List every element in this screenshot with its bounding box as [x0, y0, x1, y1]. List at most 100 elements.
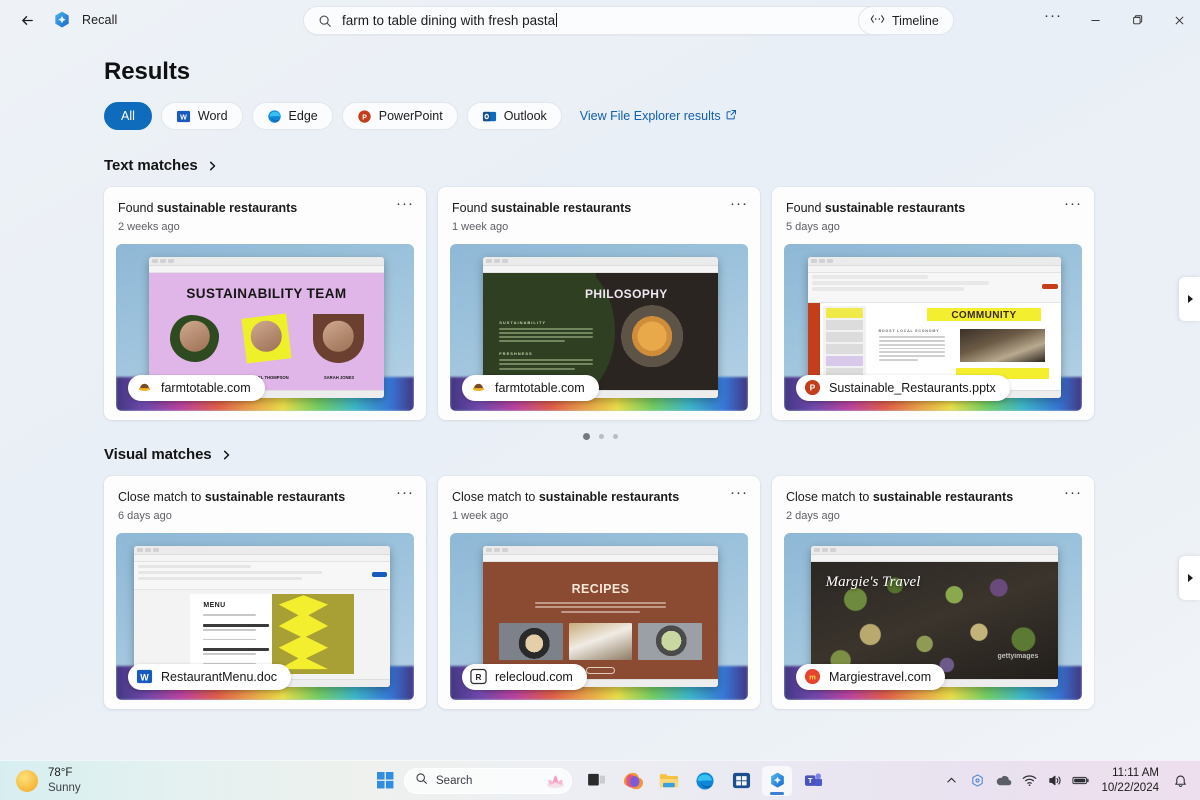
edge-icon[interactable]: [690, 766, 720, 796]
search-icon: [318, 14, 332, 28]
weather-temperature: 78°F: [48, 767, 73, 780]
thumbnail-heading: PHILOSOPHY: [585, 287, 668, 302]
card-more-button[interactable]: ···: [392, 196, 418, 219]
taskbar-weather-widget[interactable]: 78°F Sunny: [0, 766, 300, 795]
result-card[interactable]: Found sustainable restaurants 2 weeks ag…: [104, 187, 426, 420]
recall-icon: [55, 11, 69, 28]
source-chip[interactable]: W RestaurantMenu.doc: [128, 663, 292, 690]
section-header-visual-matches[interactable]: Visual matches: [104, 446, 232, 463]
recall-tray-icon[interactable]: [965, 766, 989, 796]
card-timestamp: 5 days ago: [786, 220, 840, 233]
task-view-icon[interactable]: [582, 766, 612, 796]
source-chip[interactable]: farmtotable.com: [128, 374, 265, 401]
battery-icon[interactable]: [1069, 766, 1093, 796]
more-options-button[interactable]: ···: [1032, 0, 1074, 40]
file-explorer-link-label: View File Explorer results: [579, 109, 721, 123]
svg-text:P: P: [810, 383, 816, 393]
maximize-button[interactable]: [1116, 0, 1158, 40]
filter-pill-outlook[interactable]: Outlook: [466, 102, 562, 130]
card-header: Close match to sustainable restaurants 2…: [772, 476, 1094, 522]
result-card[interactable]: Close match to sustainable restaurants 1…: [438, 476, 760, 709]
result-card[interactable]: Found sustainable restaurants 5 days ago…: [772, 187, 1094, 420]
taskbar-search-input[interactable]: Search: [404, 767, 572, 794]
results-page: Results All W Word Edge P PowerPoint Out…: [0, 40, 1200, 760]
taskbar-center: Search T: [372, 765, 828, 796]
source-chip-label: Sustainable_Restaurants.pptx: [829, 380, 996, 395]
result-card[interactable]: Close match to sustainable restaurants 6…: [104, 476, 426, 709]
chevron-right-icon: [221, 449, 232, 461]
result-card[interactable]: Close match to sustainable restaurants 2…: [772, 476, 1094, 709]
source-chip[interactable]: farmtotable.com: [462, 374, 599, 401]
card-header: Close match to sustainable restaurants 1…: [438, 476, 760, 522]
external-link-icon: [726, 109, 737, 123]
filter-pill-powerpoint[interactable]: P PowerPoint: [341, 102, 458, 130]
source-chip[interactable]: m Margiestravel.com: [796, 663, 946, 690]
title-bar: Recall farm to table dining with fresh p…: [0, 0, 1200, 40]
source-chip-label: farmtotable.com: [495, 380, 585, 395]
search-bar[interactable]: farm to table dining with fresh pasta: [303, 6, 897, 35]
card-more-button[interactable]: ···: [1060, 485, 1086, 508]
thumbnail-credit: gettyimages: [997, 652, 1039, 660]
recall-icon[interactable]: [762, 765, 792, 796]
pagination-dot[interactable]: [612, 434, 618, 439]
copilot-icon[interactable]: [618, 766, 648, 796]
farmtotable-favicon: [136, 379, 153, 397]
card-more-button[interactable]: ···: [392, 485, 418, 508]
microsoft-store-icon[interactable]: [726, 766, 756, 796]
card-more-button[interactable]: ···: [726, 485, 752, 508]
minimize-button[interactable]: [1074, 0, 1116, 40]
thumbnail-person-name: SARAH JONES: [323, 375, 355, 381]
svg-text:W: W: [180, 113, 187, 121]
show-hidden-icons-chevron[interactable]: [939, 766, 963, 796]
carousel-next-button-visual-matches[interactable]: [1179, 555, 1200, 600]
card-title: Close match to sustainable restaurants: [118, 490, 346, 504]
view-file-explorer-results-link[interactable]: View File Explorer results: [580, 109, 737, 123]
filter-bar: All W Word Edge P PowerPoint Outlook Vie…: [104, 102, 1200, 130]
card-header: Found sustainable restaurants 5 days ago…: [772, 187, 1094, 233]
taskbar-clock[interactable]: 11:11 AM 10/22/2024: [1095, 766, 1166, 795]
onedrive-icon[interactable]: [991, 766, 1015, 796]
svg-text:R: R: [475, 672, 481, 682]
filter-pill-edge[interactable]: Edge: [251, 102, 333, 130]
title-bar-left: Recall: [0, 5, 117, 35]
carousel-next-button-text-matches[interactable]: [1179, 276, 1200, 321]
card-timestamp: 1 week ago: [452, 220, 509, 233]
section-title: Text matches: [104, 157, 198, 174]
card-header: Close match to sustainable restaurants 6…: [104, 476, 426, 522]
card-title: Found sustainable restaurants: [786, 201, 966, 215]
result-card[interactable]: Found sustainable restaurants 1 week ago…: [438, 187, 760, 420]
filter-pill-word[interactable]: W Word: [160, 102, 243, 130]
outlook-icon: [482, 111, 496, 121]
back-button[interactable]: [12, 5, 42, 35]
pagination-dot[interactable]: [598, 434, 604, 439]
teams-icon[interactable]: T: [798, 766, 828, 796]
source-chip-label: farmtotable.com: [161, 380, 251, 395]
word-icon: W: [176, 110, 190, 122]
filter-label-outlook: Outlook: [503, 109, 547, 123]
powerpoint-icon: P: [804, 380, 821, 396]
source-chip[interactable]: R relecloud.com: [462, 663, 587, 690]
section-header-text-matches[interactable]: Text matches: [104, 157, 218, 174]
relecloud-favicon: R: [470, 669, 487, 685]
source-chip[interactable]: P Sustainable_Restaurants.pptx: [796, 374, 1010, 401]
filter-pill-all[interactable]: All: [104, 102, 152, 130]
card-more-button[interactable]: ···: [726, 196, 752, 219]
card-more-button[interactable]: ···: [1060, 196, 1086, 219]
timeline-label: Timeline: [892, 13, 939, 28]
close-button[interactable]: [1158, 0, 1200, 40]
source-chip-label: relecloud.com: [495, 669, 573, 684]
windows-start-icon[interactable]: [372, 768, 398, 794]
sun-icon: [16, 769, 38, 792]
edge-icon: [267, 109, 281, 123]
pagination-dot[interactable]: [582, 433, 590, 440]
file-explorer-icon[interactable]: [654, 766, 684, 796]
card-title: Found sustainable restaurants: [452, 201, 632, 215]
timeline-button[interactable]: Timeline: [858, 6, 954, 35]
filter-label-powerpoint: PowerPoint: [378, 109, 443, 123]
card-thumbnail: SUSTAINABILITY TEAM JORDI MARTINEZ MICHA…: [116, 243, 414, 411]
farmtotable-favicon: [470, 379, 487, 397]
volume-icon[interactable]: [1043, 766, 1067, 796]
search-input[interactable]: farm to table dining with fresh pasta: [332, 13, 860, 28]
wifi-icon[interactable]: [1017, 766, 1041, 796]
bell-icon[interactable]: [1168, 766, 1192, 796]
